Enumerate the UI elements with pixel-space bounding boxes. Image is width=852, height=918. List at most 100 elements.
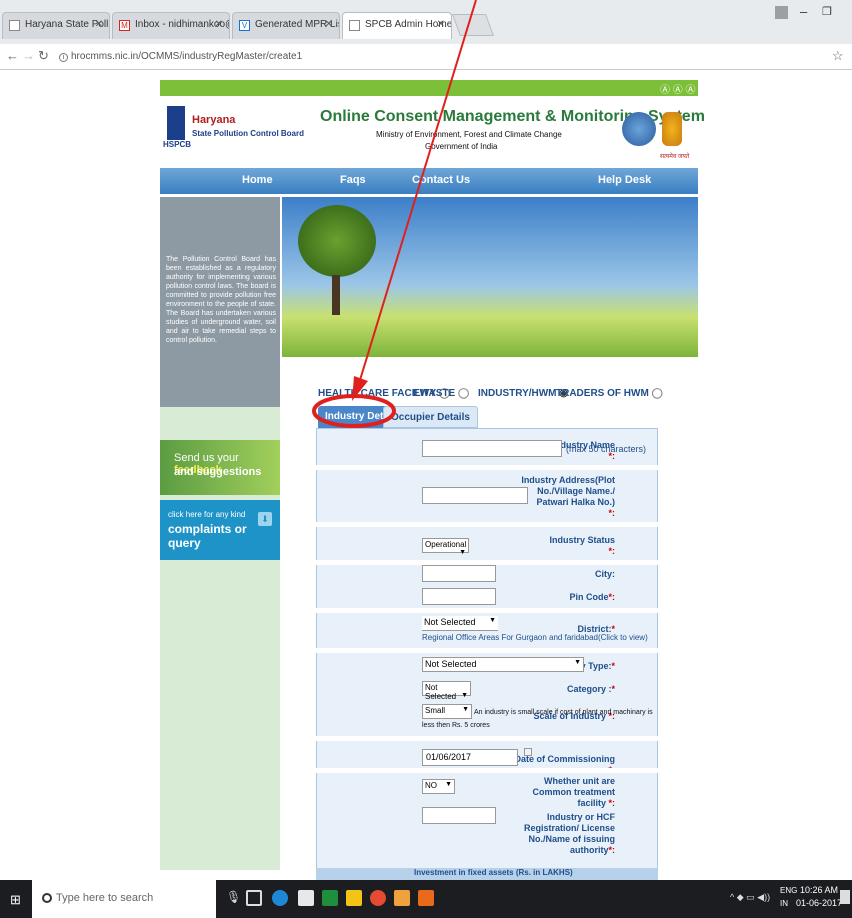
org-subname: State Pollution Control Board	[192, 129, 304, 138]
category-select[interactable]: Not Selected ▼	[422, 681, 471, 701]
nav-faqs[interactable]: Faqs	[340, 174, 366, 186]
task-view-icon[interactable]	[246, 890, 262, 906]
restore-icon[interactable]: ❐	[822, 5, 832, 18]
banner-image	[282, 197, 698, 357]
info-icon: i	[59, 53, 68, 62]
forward-icon[interactable]: →	[22, 48, 35, 63]
city-label: City:	[595, 569, 615, 579]
complaints-line2: complaints or query	[168, 522, 247, 550]
nav-help-desk[interactable]: Help Desk	[598, 174, 651, 186]
url-field[interactable]: i hrocmms.nic.in/OCMMS/industryRegMaster/…	[55, 48, 825, 66]
font-size-icons[interactable]: Ⓐ Ⓐ Ⓐ	[660, 81, 696, 96]
feedback-banner[interactable]: Send us your feedback and suggestions	[160, 440, 280, 495]
file-explorer-icon[interactable]	[346, 890, 362, 906]
nav-home[interactable]: Home	[242, 174, 273, 186]
city-input[interactable]	[422, 565, 496, 582]
edge-icon[interactable]	[272, 890, 288, 906]
lang-text: ENG	[780, 886, 798, 895]
emblem-caption: सत्यमेव जयते	[660, 154, 690, 160]
investment-label: Investment in fixed assets (Rs. in LAKHS…	[414, 868, 573, 877]
taskbar-search-field[interactable]: Type here to search	[32, 880, 216, 918]
industry-type-select[interactable]: Not Selected ▼	[422, 657, 584, 672]
tree-crown	[298, 205, 376, 277]
browser-tab-mpr[interactable]: V Generated MPR List | VP ✕	[232, 12, 340, 39]
radio-icon[interactable]: ◯	[652, 388, 663, 399]
radio-label: TRADERS OF HWM	[556, 388, 649, 399]
region-text: IN	[780, 899, 788, 908]
excel-icon[interactable]	[322, 890, 338, 906]
investment-header: Investment in fixed assets (Rs. in LAKHS…	[316, 868, 658, 880]
separator	[316, 522, 658, 527]
common-facility-select[interactable]: NO ▼	[422, 779, 455, 794]
browser-tab-haryana[interactable]: Haryana State Pollution ✕	[2, 12, 110, 39]
chevron-down-icon: ▼	[461, 692, 468, 699]
tree-trunk	[332, 275, 340, 315]
common-facility-label: Whether unit are Common treatment facili…	[532, 776, 615, 808]
close-icon[interactable]: ✕	[325, 19, 333, 30]
industry-name-hint: (max 50 characters)	[566, 444, 647, 454]
content-gap	[282, 357, 698, 379]
bookmark-star-icon[interactable]: ☆	[832, 48, 844, 64]
taskbar-clock[interactable]: 10:26 AM 01-06-2017	[796, 884, 842, 910]
close-icon[interactable]: ✕	[215, 19, 223, 30]
separator	[316, 648, 658, 653]
language-indicator[interactable]: ENG IN	[780, 884, 797, 910]
user-icon[interactable]	[775, 6, 788, 19]
ministry-name: Ministry of Environment, Forest and Clim…	[376, 130, 562, 139]
complaints-line1: click here for any kind	[168, 510, 246, 519]
sidebar-description: The Pollution Control Board has been est…	[166, 256, 276, 344]
status-value: Operational	[425, 540, 467, 549]
radio-traders-hwm[interactable]: TRADERS OF HWM ◯	[556, 388, 663, 399]
separator	[316, 736, 658, 741]
nav-contact-us[interactable]: Contact Us	[412, 174, 470, 186]
government-name: Government of India	[425, 142, 498, 151]
tab-occupier-details[interactable]: Occupier Details	[383, 406, 478, 428]
browser-tab-spcb[interactable]: SPCB Admin Home ✕	[342, 12, 452, 39]
category-label: Category :*	[566, 684, 615, 694]
complaints-banner[interactable]: click here for any kind complaints or qu…	[160, 500, 280, 560]
notification-icon[interactable]	[840, 890, 850, 904]
district-select[interactable]: Not Selected ▼	[422, 616, 498, 631]
radio-industry-hwm[interactable]: INDUSTRY/HWM ◉	[478, 388, 568, 399]
cortana-icon	[42, 893, 52, 904]
chevron-down-icon: ▼	[459, 549, 466, 556]
app-icon-2[interactable]	[418, 890, 434, 906]
feedback-line1: Send us your	[174, 452, 239, 464]
browser-tab-inbox[interactable]: M Inbox - nidhimankoo@g ✕	[112, 12, 230, 39]
separator	[316, 768, 658, 773]
arrow-down-icon: ⬇	[258, 512, 272, 526]
separator	[316, 608, 658, 613]
pin-code-input[interactable]	[422, 588, 496, 605]
radio-icon[interactable]: ◯	[458, 388, 469, 399]
district-hint-link[interactable]: Regional Office Areas For Gurgaon and fa…	[422, 633, 648, 642]
ministry-emblem	[622, 112, 656, 146]
industry-address-input[interactable]	[422, 487, 528, 504]
close-icon[interactable]: ✕	[437, 19, 445, 30]
minimize-icon[interactable]: –	[800, 4, 807, 19]
page-icon	[9, 20, 20, 31]
industry-status-select[interactable]: Operational ▼	[422, 538, 469, 556]
reload-icon[interactable]: ↻	[38, 48, 49, 64]
search-placeholder: Type here to search	[56, 892, 154, 904]
category-value: Not Selected	[425, 683, 457, 701]
separator	[316, 465, 658, 470]
store-icon[interactable]	[298, 890, 314, 906]
commission-date-input[interactable]: 01/06/2017	[422, 749, 518, 766]
radio-ewaste[interactable]: EWASTE ◯	[413, 388, 469, 399]
registration-input[interactable]	[422, 807, 496, 824]
chrome-icon[interactable]	[370, 890, 386, 906]
close-icon[interactable]: ✕	[95, 19, 103, 30]
top-strip: Ⓐ Ⓐ Ⓐ	[160, 80, 698, 96]
calendar-icon[interactable]	[524, 748, 532, 756]
industry-name-input[interactable]	[422, 440, 562, 457]
ashoka-emblem	[662, 112, 682, 146]
chevron-down-icon: ▼	[489, 617, 496, 624]
microphone-icon[interactable]: 🎙	[226, 890, 241, 904]
app-icon[interactable]	[394, 890, 410, 906]
hspcb-logo	[167, 106, 185, 140]
back-icon[interactable]: ←	[6, 48, 19, 63]
system-tray-icons[interactable]: ^ ◆ ▭ ◀))	[730, 892, 770, 903]
district-value: Not Selected	[424, 617, 476, 627]
windows-start-icon[interactable]: ⊞	[10, 892, 21, 908]
org-name: Haryana	[192, 114, 236, 126]
